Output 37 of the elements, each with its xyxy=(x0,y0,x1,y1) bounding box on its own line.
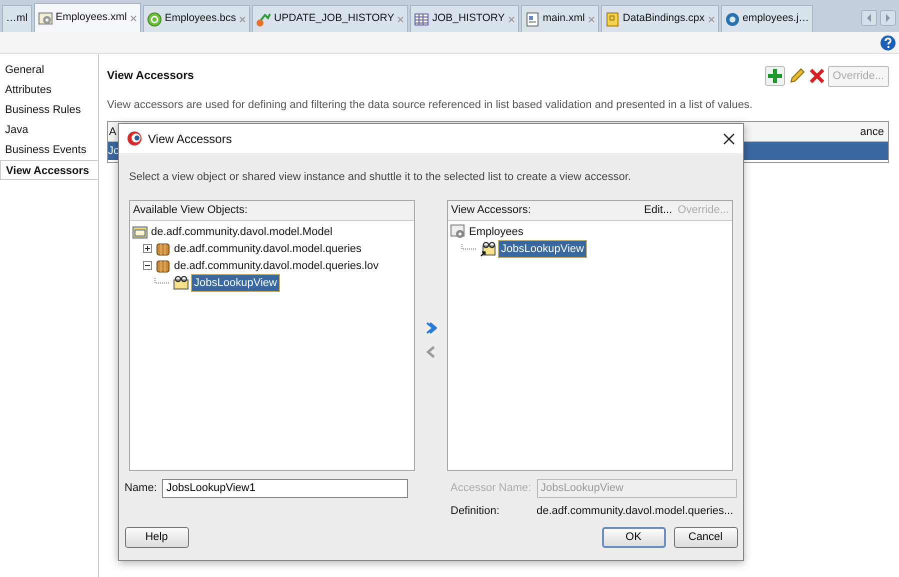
field-label: Name: xyxy=(124,480,157,496)
field-label: Accessor Name: xyxy=(450,480,532,496)
dialog-button[interactable]: Help xyxy=(124,526,188,548)
file-tab[interactable]: …ml xyxy=(2,5,32,32)
tree-item[interactable]: de.adf.community.davol.model.queries xyxy=(174,240,362,257)
sidebar-item[interactable]: Business Events xyxy=(0,140,98,160)
description-text: View accessors are used for defining and filtering the data source referenced in list based validation and presented in a list of values. xyxy=(107,98,754,112)
dialog-button[interactable]: OK xyxy=(602,526,666,548)
dialog-button[interactable]: Cancel xyxy=(674,526,738,548)
dialog-title: View Accessors xyxy=(148,130,232,148)
column-header: ance xyxy=(860,125,884,139)
file-tab[interactable]: Employees.bcs xyxy=(142,5,250,32)
file-tab[interactable]: DataBindings.cpx xyxy=(600,5,718,32)
file-tab[interactable]: main.xml xyxy=(520,5,599,32)
name-field[interactable]: JobsLookupView1 xyxy=(162,478,408,498)
panel-header: View Accessors: xyxy=(451,202,531,218)
file-tab[interactable]: JOB_HISTORY xyxy=(410,5,519,32)
sidebar-item[interactable]: General xyxy=(0,60,98,80)
sidebar-item[interactable]: View Accessors xyxy=(0,160,98,180)
tree-item[interactable]: Employees xyxy=(469,224,524,240)
tree-item[interactable]: JobsLookupView xyxy=(192,274,279,291)
sidebar-item[interactable]: Business Rules xyxy=(0,100,98,120)
field-label: Definition: xyxy=(450,504,500,519)
file-tab[interactable]: Employees.xml xyxy=(34,3,141,32)
tree-item[interactable]: de.adf.community.davol.model.queries.lov xyxy=(174,258,379,274)
tree-item[interactable]: JobsLookupView xyxy=(499,240,586,257)
sidebar-item[interactable]: Java xyxy=(0,120,98,140)
file-tab[interactable]: UPDATE_JOB_HISTORY xyxy=(252,5,408,32)
file-tab[interactable]: employees.j… xyxy=(720,5,814,32)
action-link[interactable]: Edit... xyxy=(644,202,672,218)
definition-value: de.adf.community.davol.model.queries... xyxy=(536,504,734,519)
sidebar-item[interactable]: Attributes xyxy=(0,80,98,100)
tree-item[interactable]: de.adf.community.davol.model.Model xyxy=(151,224,332,240)
column-header: A xyxy=(109,125,116,139)
instruction-text: Select a view object or shared view instance and shuttle it to the selected list to create a view accessor. xyxy=(128,170,632,185)
panel-header: Available View Objects: xyxy=(133,202,248,218)
section-title: View Accessors xyxy=(107,68,194,84)
